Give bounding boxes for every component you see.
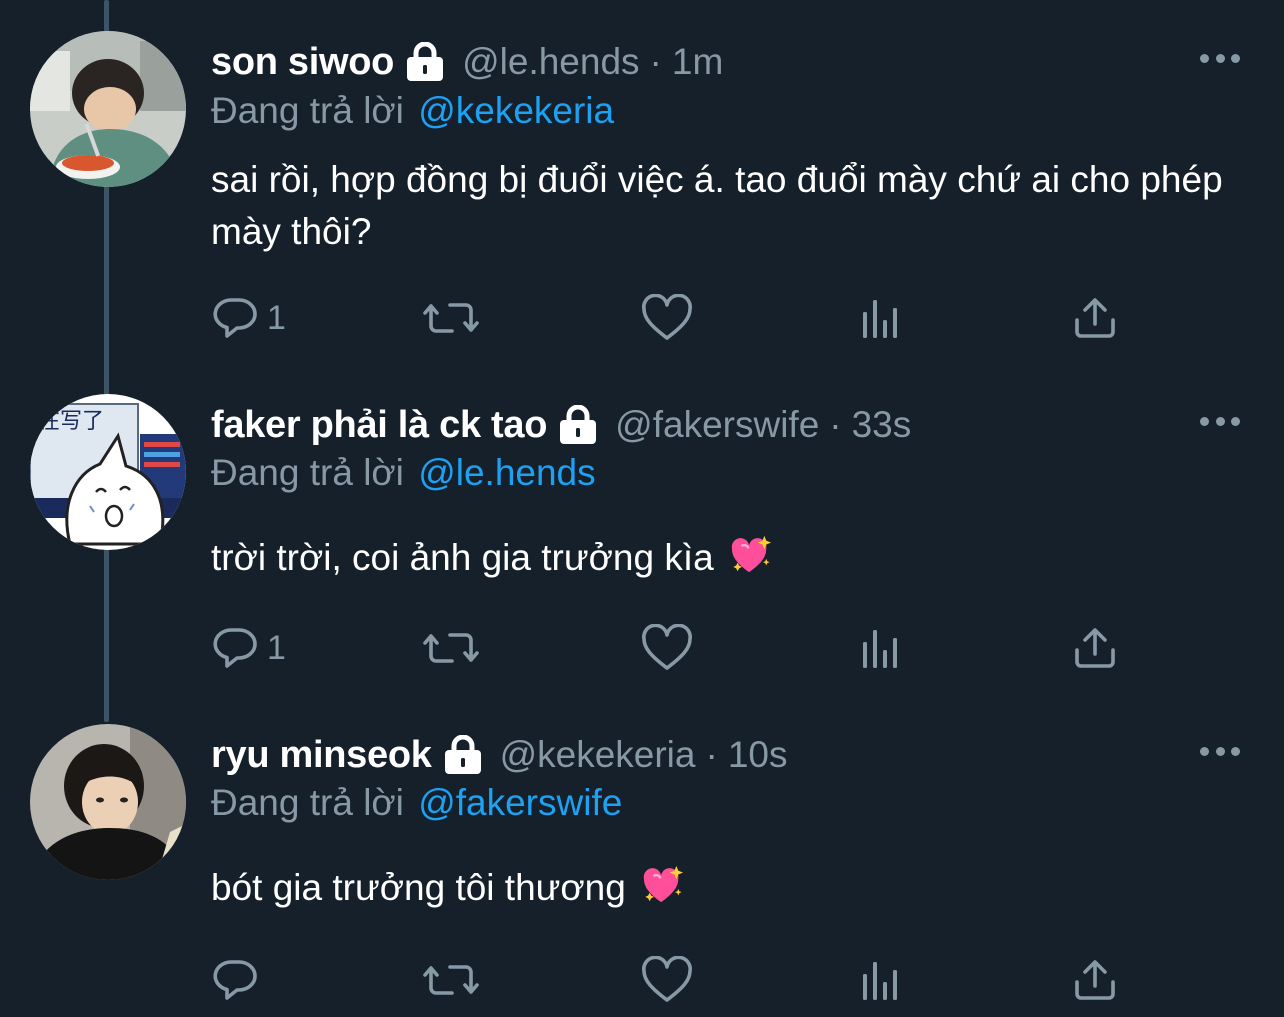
separator: · [649, 41, 662, 82]
tweet-text-content: trời trời, coi ảnh gia trưởng kìa [211, 537, 714, 578]
tweet-text-content: sai rồi, hợp đồng bị đuổi việc á. tao đu… [211, 159, 1223, 252]
analytics-icon [859, 624, 903, 672]
tweet-text: trời trời, coi ảnh gia trưởng kìa [211, 532, 1241, 584]
share-icon [1071, 624, 1119, 672]
user-handle[interactable]: @le.hends [462, 41, 639, 83]
share-button[interactable] [1071, 294, 1119, 342]
mention-link[interactable]: @le.hends [418, 452, 595, 493]
like-button[interactable] [641, 956, 693, 1004]
replying-prefix: Đang trả lời [211, 90, 404, 131]
more-options-icon[interactable] [1200, 415, 1240, 427]
more-options-icon[interactable] [1200, 52, 1240, 64]
analytics-icon [859, 956, 903, 1004]
mention-link[interactable]: @fakerswife [418, 782, 622, 823]
reply-button[interactable]: 1 [211, 624, 286, 672]
reply-icon [211, 956, 259, 1004]
reply-count: 1 [267, 628, 286, 667]
display-name[interactable]: ryu minseok [211, 734, 432, 777]
user-handle[interactable]: @kekekeria [500, 734, 696, 776]
tweet[interactable]: ryu minseok @kekekeria · 10s Đang trả lờ… [0, 702, 1284, 1017]
analytics-button[interactable] [859, 294, 903, 342]
mention-link[interactable]: @kekekeria [418, 90, 614, 131]
retweet-button[interactable] [423, 956, 479, 1004]
more-options-icon[interactable] [1200, 745, 1240, 757]
action-bar [211, 956, 1131, 1004]
timestamp[interactable]: 1m [672, 41, 723, 83]
like-button[interactable] [641, 294, 693, 342]
analytics-button[interactable] [859, 956, 903, 1004]
tweet-text: bót gia trưởng tôi thương [211, 862, 1241, 914]
sparkling-heart-icon [730, 534, 772, 576]
reply-icon [211, 624, 259, 672]
separator: · [829, 404, 842, 445]
share-button[interactable] [1071, 956, 1119, 1004]
separator: · [705, 734, 718, 775]
tweet-text-content: bót gia trưởng tôi thương [211, 867, 626, 908]
tweet[interactable]: son siwoo @le.hends · 1m Đang trả lời @k… [0, 0, 1284, 370]
heart-icon [641, 294, 693, 342]
analytics-icon [859, 294, 903, 342]
sparkling-heart-icon [642, 864, 684, 906]
lock-icon [557, 405, 599, 445]
user-handle[interactable]: @fakerswife [615, 404, 819, 446]
lock-icon [442, 735, 484, 775]
replying-to: Đang trả lời @kekekeria [211, 90, 614, 132]
retweet-button[interactable] [423, 624, 479, 672]
display-name[interactable]: faker phải là ck tao [211, 404, 547, 447]
reply-button[interactable]: 1 [211, 294, 286, 342]
share-button[interactable] [1071, 624, 1119, 672]
retweet-icon [423, 956, 479, 1004]
replying-prefix: Đang trả lời [211, 452, 404, 493]
reply-button[interactable] [211, 956, 267, 1004]
action-bar: 1 [211, 624, 1131, 672]
display-name[interactable]: son siwoo [211, 41, 394, 84]
timestamp[interactable]: 33s [852, 404, 912, 446]
analytics-button[interactable] [859, 624, 903, 672]
share-icon [1071, 294, 1119, 342]
heart-icon [641, 624, 693, 672]
action-bar: 1 [211, 294, 1131, 342]
avatar[interactable] [30, 724, 186, 880]
replying-prefix: Đang trả lời [211, 782, 404, 823]
replying-to: Đang trả lời @le.hends [211, 452, 596, 494]
reply-icon [211, 294, 259, 342]
avatar[interactable]: 在写了 [30, 394, 186, 550]
lock-icon [404, 42, 446, 82]
retweet-icon [423, 624, 479, 672]
like-button[interactable] [641, 624, 693, 672]
timestamp[interactable]: 10s [728, 734, 788, 776]
avatar[interactable] [30, 31, 186, 187]
share-icon [1071, 956, 1119, 1004]
retweet-button[interactable] [423, 294, 479, 342]
retweet-icon [423, 294, 479, 342]
avatar-caption: 在写了 [38, 409, 104, 434]
heart-icon [641, 956, 693, 1004]
replying-to: Đang trả lời @fakerswife [211, 782, 622, 824]
tweet-text: sai rồi, hợp đồng bị đuổi việc á. tao đu… [211, 154, 1241, 258]
tweet[interactable]: 在写了 faker phải là ck tao @fakerswife · 3… [0, 370, 1284, 702]
reply-count: 1 [267, 298, 286, 337]
